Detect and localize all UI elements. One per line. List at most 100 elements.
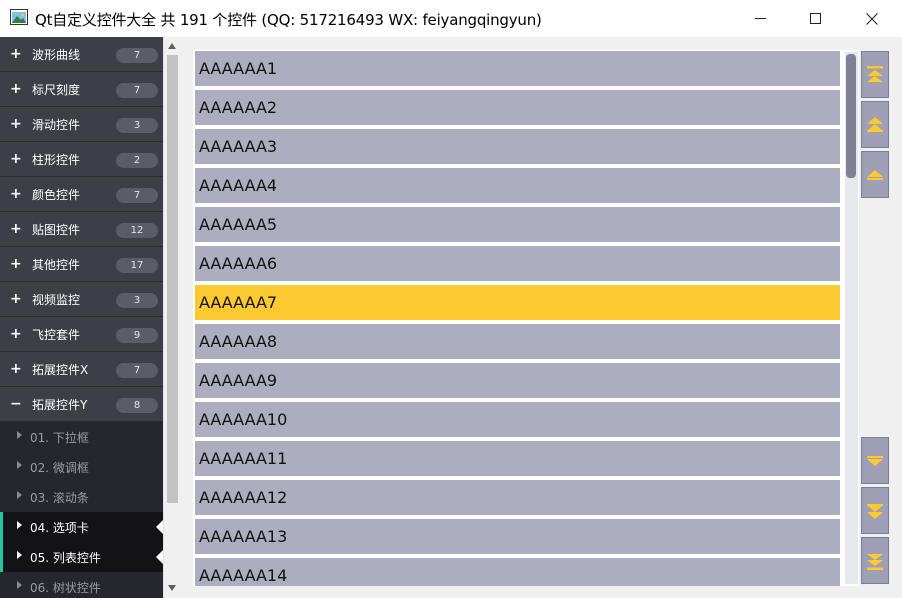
list-item[interactable]: AAAAAA11 <box>195 441 840 476</box>
close-icon <box>866 12 878 25</box>
sidebar-subitem[interactable]: 04. 选项卡 <box>0 512 163 542</box>
expand-icon: + <box>10 256 22 272</box>
sidebar-category[interactable]: + 其他控件 17 <box>0 247 163 282</box>
title-bar: Qt自定义控件大全 共 191 个控件 (QQ: 517216493 WX: f… <box>0 0 902 37</box>
minimize-button[interactable] <box>737 0 783 37</box>
scroll-down-arrow-icon[interactable] <box>168 585 176 591</box>
sidebar-subitem[interactable]: 02. 微调框 <box>0 452 163 482</box>
page-up-button[interactable] <box>861 101 889 148</box>
sidebar-subitem[interactable]: 03. 滚动条 <box>0 482 163 512</box>
list-item[interactable]: AAAAAA8 <box>195 324 840 359</box>
sidebar-subitem-label: 03. 滚动条 <box>30 491 89 505</box>
sidebar-category[interactable]: + 视频监控 3 <box>0 282 163 317</box>
expand-icon: + <box>10 151 22 167</box>
page-down-icon <box>867 503 883 519</box>
page-up-icon <box>867 116 883 132</box>
sidebar-category[interactable]: + 拓展控件X 7 <box>0 352 163 387</box>
sidebar-category-label: 飞控套件 <box>32 328 81 342</box>
move-down-button[interactable] <box>861 437 889 484</box>
expand-icon: + <box>10 221 22 237</box>
move-top-button[interactable] <box>861 51 889 98</box>
sidebar-category[interactable]: + 标尺刻度 7 <box>0 72 163 107</box>
close-button[interactable] <box>849 0 895 37</box>
list-scroll-thumb[interactable] <box>846 54 856 178</box>
count-badge: 2 <box>116 153 158 168</box>
list-item-text: AAAAAA2 <box>199 98 278 117</box>
minimize-icon <box>754 18 766 19</box>
move-bottom-icon <box>867 553 883 570</box>
window-title: Qt自定义控件大全 共 191 个控件 (QQ: 517216493 WX: f… <box>35 11 542 29</box>
active-indicator <box>0 512 3 542</box>
sidebar-category-label: 拓展控件Y <box>32 398 88 412</box>
sidebar-subitem[interactable]: 06. 树状控件 <box>0 572 163 598</box>
list-item-text: AAAAAA1 <box>199 59 278 78</box>
active-indicator <box>0 542 3 572</box>
count-badge: 7 <box>116 363 158 378</box>
caret-right-icon <box>17 461 22 469</box>
count-badge: 3 <box>116 118 158 133</box>
count-badge: 8 <box>116 398 158 413</box>
page-down-button[interactable] <box>861 487 889 534</box>
sidebar-category[interactable]: + 波形曲线 7 <box>0 37 163 72</box>
sidebar-scrollbar[interactable] <box>163 37 180 598</box>
list-item[interactable]: AAAAAA1 <box>195 51 840 86</box>
maximize-button[interactable] <box>792 0 838 37</box>
caret-right-icon <box>17 521 22 529</box>
list-item-text: AAAAAA7 <box>199 293 278 312</box>
count-badge: 9 <box>116 328 158 343</box>
sidebar-category[interactable]: + 颜色控件 7 <box>0 177 163 212</box>
sidebar-nav: + 波形曲线 7 + 标尺刻度 7 + 滑动控件 3 + 柱形控件 2 + 颜色控件 7 + 贴图控件 12 + 其他… <box>0 37 163 598</box>
move-up-button[interactable] <box>861 151 889 198</box>
caret-right-icon <box>17 581 22 589</box>
caret-right-icon <box>17 491 22 499</box>
list-item[interactable]: AAAAAA7 <box>195 285 840 320</box>
expand-icon: + <box>10 361 22 377</box>
sidebar-category[interactable]: + 飞控套件 9 <box>0 317 163 352</box>
list-item-text: AAAAAA10 <box>199 410 288 429</box>
caret-right-icon <box>17 431 22 439</box>
list-item-text: AAAAAA13 <box>199 527 288 546</box>
move-down-icon <box>867 455 883 466</box>
list-item[interactable]: AAAAAA10 <box>195 402 840 437</box>
sidebar-category-label: 贴图控件 <box>32 223 81 237</box>
sidebar-subitem[interactable]: 05. 列表控件 <box>0 542 163 572</box>
maximize-icon <box>809 13 821 24</box>
sidebar-category-label: 颜色控件 <box>32 188 81 202</box>
list-item[interactable]: AAAAAA6 <box>195 246 840 281</box>
sidebar-category-label: 滑动控件 <box>32 118 81 132</box>
sidebar-category[interactable]: + 柱形控件 2 <box>0 142 163 177</box>
move-top-icon <box>867 65 883 82</box>
list-item[interactable]: AAAAAA5 <box>195 207 840 242</box>
list-item[interactable]: AAAAAA13 <box>195 519 840 554</box>
list-item[interactable]: AAAAAA12 <box>195 480 840 515</box>
list-item[interactable]: AAAAAA3 <box>195 129 840 164</box>
main-panel: AAAAAA14 AAAAAA13 AAAAAA12 AAAAAA11 AAAAAA10… <box>180 37 902 598</box>
sidebar-category[interactable]: + 滑动控件 3 <box>0 107 163 142</box>
list-item[interactable]: AAAAAA14 <box>195 558 840 586</box>
sidebar-category[interactable]: + 贴图控件 12 <box>0 212 163 247</box>
list-item-text: AAAAAA3 <box>199 137 278 156</box>
list-item[interactable]: AAAAAA4 <box>195 168 840 203</box>
sidebar-scroll-thumb[interactable] <box>167 55 178 503</box>
expand-icon: + <box>10 81 22 97</box>
app-icon <box>10 9 28 25</box>
sidebar-category-label: 波形曲线 <box>32 48 81 62</box>
sidebar-category-label: 视频监控 <box>32 293 81 307</box>
expand-icon: + <box>10 116 22 132</box>
sidebar-category-label: 拓展控件X <box>32 363 89 377</box>
sidebar-category-label: 标尺刻度 <box>32 83 81 97</box>
sidebar-subitem[interactable]: 01. 下拉框 <box>0 422 163 452</box>
list-item[interactable]: AAAAAA9 <box>195 363 840 398</box>
expand-icon: + <box>10 291 22 307</box>
list-item-text: AAAAAA6 <box>199 254 278 273</box>
scroll-up-arrow-icon[interactable] <box>168 43 176 49</box>
list-widget[interactable]: AAAAAA14 AAAAAA13 AAAAAA12 AAAAAA11 AAAAAA10… <box>193 50 859 586</box>
list-scrollbar[interactable] <box>844 50 859 586</box>
list-item[interactable]: AAAAAA2 <box>195 90 840 125</box>
sidebar-category[interactable]: − 拓展控件Y 8 <box>0 387 163 422</box>
move-bottom-button[interactable] <box>861 537 889 584</box>
count-badge: 3 <box>116 293 158 308</box>
sidebar-subitem-label: 04. 选项卡 <box>30 521 89 535</box>
sidebar-category-label: 柱形控件 <box>32 153 81 167</box>
count-badge: 7 <box>116 48 158 63</box>
